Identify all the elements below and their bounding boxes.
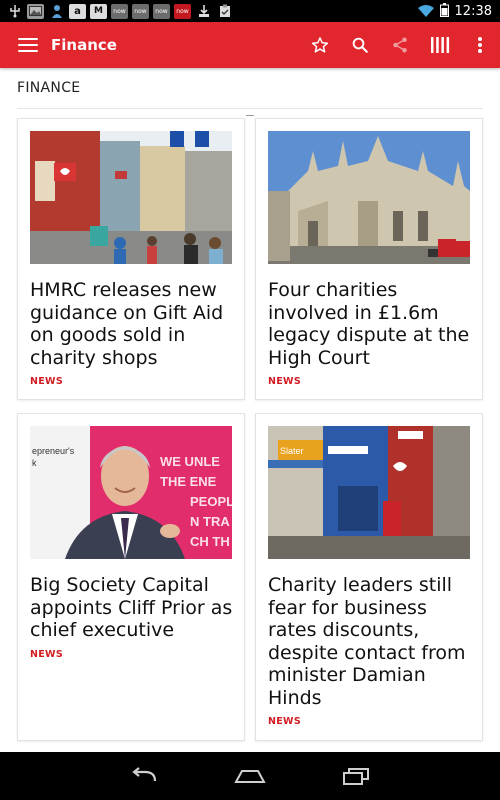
system-nav-bar [0,752,500,800]
news-red-icon: now [174,3,191,19]
article-image [30,131,232,264]
article-card[interactable]: epreneur's k WE UNLE THE ENE PEOPL N TRA… [17,413,245,741]
amazon-icon: a [69,3,86,19]
article-tag: NEWS [30,649,63,660]
svg-text:WE UNLE: WE UNLE [160,454,220,469]
more-vert-icon[interactable] [460,22,500,68]
svg-text:CH TH: CH TH [190,534,230,549]
news-icon: now [132,3,149,19]
scroll-indicator [246,115,254,116]
star-icon[interactable] [300,22,340,68]
share-icon[interactable] [380,22,420,68]
clipboard-icon [216,4,233,19]
article-card[interactable]: Four charities involved in £1.6m legacy … [255,118,483,400]
home-icon[interactable] [228,761,272,791]
news-icon: now [153,3,170,19]
article-title: Charity leaders still fear for business … [268,574,466,709]
recents-icon[interactable] [334,761,378,791]
usb-icon [6,4,23,19]
article-tag: NEWS [268,376,301,387]
clock: 12:38 [454,3,492,19]
svg-text:PEOPL: PEOPL [190,494,232,509]
news-icon: now [111,3,128,19]
image-icon [27,3,44,19]
article-image: epreneur's k WE UNLE THE ENE PEOPL N TRA… [30,426,232,559]
article-card[interactable]: HMRC releases new guidance on Gift Aid o… [17,118,245,400]
article-card[interactable]: Slater Charity leaders still fear for bu… [255,413,483,741]
system-status: 12:38 [417,2,500,21]
article-image: Slater [268,426,470,559]
search-icon[interactable] [340,22,380,68]
wifi-icon [417,2,434,21]
article-title: Four charities involved in £1.6m legacy … [268,279,470,369]
svg-text:Slater: Slater [280,446,304,456]
mail-icon: M [90,3,107,19]
columns-icon[interactable] [420,22,460,68]
menu-icon[interactable] [18,38,38,52]
article-title: Big Society Capital appoints Cliff Prior… [30,574,233,641]
article-image [268,131,470,264]
back-icon[interactable] [122,761,166,791]
article-tag: NEWS [268,716,301,727]
notification-icons: a M now now now now [0,3,233,19]
download-icon [195,4,212,19]
svg-text:epreneur's: epreneur's [32,446,75,456]
person-icon [48,4,65,19]
divider [17,108,483,109]
section-title: FINANCE [17,80,81,96]
toolbar-title: Finance [51,36,117,54]
article-tag: NEWS [30,376,63,387]
toolbar-actions [300,22,500,68]
battery-icon [439,2,449,21]
app-toolbar: Finance [0,22,500,68]
svg-text:k: k [32,458,37,468]
status-bar: a M now now now now 12:38 [0,0,500,22]
svg-text:THE ENE: THE ENE [160,474,217,489]
article-title: HMRC releases new guidance on Gift Aid o… [30,279,224,369]
svg-text:N TRA: N TRA [190,514,230,529]
